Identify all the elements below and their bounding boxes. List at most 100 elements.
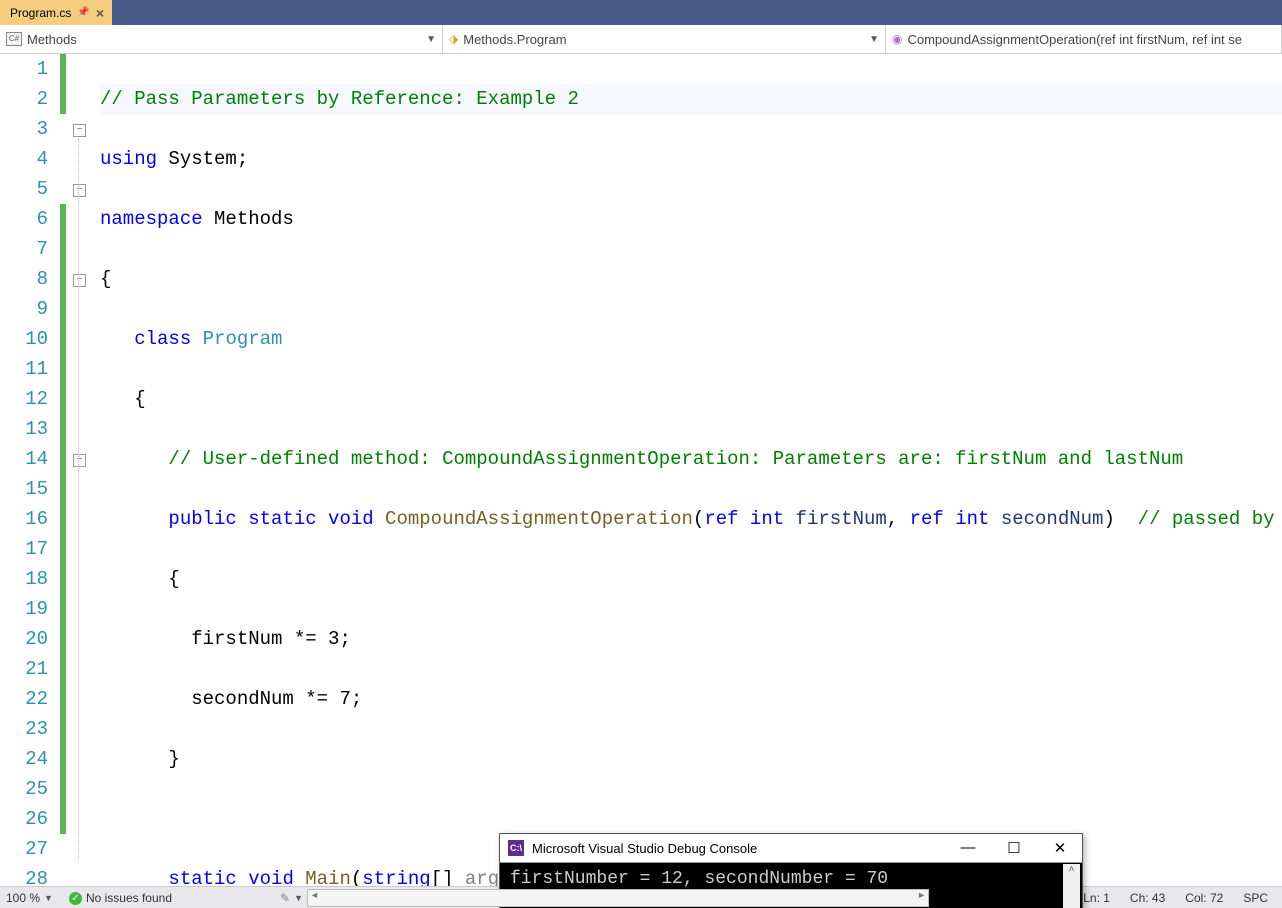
issues-label[interactable]: No issues found (86, 891, 172, 905)
line-number: 23 (0, 714, 48, 744)
line-number: 27 (0, 834, 48, 864)
pin-icon[interactable]: 📌 (77, 7, 89, 18)
line-number: 19 (0, 594, 48, 624)
navigation-bar: C# Methods ▼ ⬗ Methods.Program ▼ ◉ Compo… (0, 25, 1282, 54)
code-area[interactable]: // Pass Parameters by Reference: Example… (100, 54, 1282, 886)
line-number: 22 (0, 684, 48, 714)
code-text: System; (157, 148, 248, 170)
chevron-down-icon: ▼ (426, 34, 436, 45)
code-text: class (134, 328, 191, 350)
code-text: secondNum *= 7; (191, 688, 362, 710)
minimize-button[interactable]: ― (954, 839, 982, 857)
chevron-down-icon: ▼ (869, 34, 879, 45)
nav-scope-label: Methods (27, 32, 77, 47)
line-number: 15 (0, 474, 48, 504)
code-text: { (100, 268, 111, 290)
code-text: ( (351, 868, 362, 886)
line-number: 12 (0, 384, 48, 414)
code-text: { (168, 568, 179, 590)
line-number: 28 (0, 864, 48, 894)
line-number: 6 (0, 204, 48, 234)
chevron-down-icon[interactable]: ▼ (44, 893, 53, 903)
change-bar (60, 54, 66, 114)
editor-margin: − − − − (60, 54, 100, 886)
code-text: CompoundAssignmentOperation (374, 508, 693, 530)
status-bar: 100 % ▼ ✓ No issues found ✎ ▼ Ln: 1 Ch: … (0, 886, 1282, 908)
code-text: [] (431, 868, 465, 886)
file-tab[interactable]: Program.cs 📌 × (0, 0, 112, 25)
code-text: } (168, 748, 179, 770)
code-text: ref int (910, 508, 990, 530)
code-text: ( (693, 508, 704, 530)
scroll-up-icon[interactable]: ˄ (1069, 864, 1075, 875)
line-number: 9 (0, 294, 48, 324)
method-icon: ◉ (892, 32, 902, 46)
tool-icon[interactable]: ✎ (280, 891, 290, 905)
line-number: 1 (0, 54, 48, 84)
code-text: { (134, 388, 145, 410)
console-scrollbar[interactable]: ˄˅ (1063, 864, 1080, 908)
csharp-icon: C# (6, 32, 22, 46)
code-text: , (887, 508, 910, 530)
code-text: namespace (100, 208, 203, 230)
line-number: 14 (0, 444, 48, 474)
nav-member-label: CompoundAssignmentOperation(ref int firs… (907, 32, 1242, 47)
code-text: firstNum (784, 508, 887, 530)
check-icon: ✓ (69, 892, 82, 905)
line-number: 10 (0, 324, 48, 354)
code-text: public static void (168, 508, 373, 530)
code-text: Methods (203, 208, 294, 230)
line-number: 8 (0, 264, 48, 294)
code-text: // User-defined method: CompoundAssignme… (168, 448, 1183, 470)
code-text: ref int (704, 508, 784, 530)
line-number: 16 (0, 504, 48, 534)
code-text: Program (191, 328, 282, 350)
chevron-down-icon[interactable]: ▼ (294, 893, 303, 903)
nav-scope-class[interactable]: ⬗ Methods.Program ▼ (443, 25, 886, 53)
nav-class-label: Methods.Program (463, 32, 566, 47)
change-bar (60, 204, 66, 834)
code-text: string (362, 868, 430, 886)
console-app-icon: C:\ (508, 840, 524, 856)
horizontal-scrollbar[interactable] (307, 889, 929, 907)
line-number: 3 (0, 114, 48, 144)
code-text: static void (168, 868, 293, 886)
class-icon: ⬗ (449, 32, 458, 46)
line-number: 25 (0, 774, 48, 804)
indent-guide (78, 139, 80, 859)
line-number: 24 (0, 744, 48, 774)
code-text: ) (1103, 508, 1137, 530)
tab-label: Program.cs (10, 6, 71, 20)
line-number: 7 (0, 234, 48, 264)
fold-toggle[interactable]: − (73, 124, 86, 137)
code-text: // passed by reference (1138, 508, 1282, 530)
close-icon[interactable]: × (96, 5, 104, 21)
line-number: 17 (0, 534, 48, 564)
code-text: firstNum *= 3; (191, 628, 351, 650)
code-editor[interactable]: 1234567891011121314151617181920212223242… (0, 54, 1282, 886)
line-number: 21 (0, 654, 48, 684)
nav-scope-member[interactable]: ◉ CompoundAssignmentOperation(ref int fi… (886, 25, 1282, 53)
cursor-char: Ch: 43 (1122, 891, 1173, 905)
line-number: 11 (0, 354, 48, 384)
console-titlebar[interactable]: C:\ Microsoft Visual Studio Debug Consol… (500, 834, 1082, 863)
nav-scope-project[interactable]: C# Methods ▼ (0, 25, 443, 53)
indent-mode[interactable]: SPC (1235, 891, 1276, 905)
line-number: 18 (0, 564, 48, 594)
line-number: 2 (0, 84, 48, 114)
cursor-col: Col: 72 (1177, 891, 1231, 905)
code-text: using (100, 148, 157, 170)
line-number: 5 (0, 174, 48, 204)
line-number: 26 (0, 804, 48, 834)
line-number: 13 (0, 414, 48, 444)
code-text: // Pass Parameters by Reference: Example… (100, 88, 579, 110)
code-text: Main (294, 868, 351, 886)
maximize-button[interactable]: ☐ (1000, 839, 1028, 857)
close-button[interactable]: ✕ (1046, 839, 1074, 857)
code-text: secondNum (989, 508, 1103, 530)
console-title: Microsoft Visual Studio Debug Console (532, 841, 757, 856)
line-number: 4 (0, 144, 48, 174)
line-number-gutter: 1234567891011121314151617181920212223242… (0, 54, 60, 886)
tab-strip: Program.cs 📌 × (0, 0, 1282, 25)
line-number: 20 (0, 624, 48, 654)
